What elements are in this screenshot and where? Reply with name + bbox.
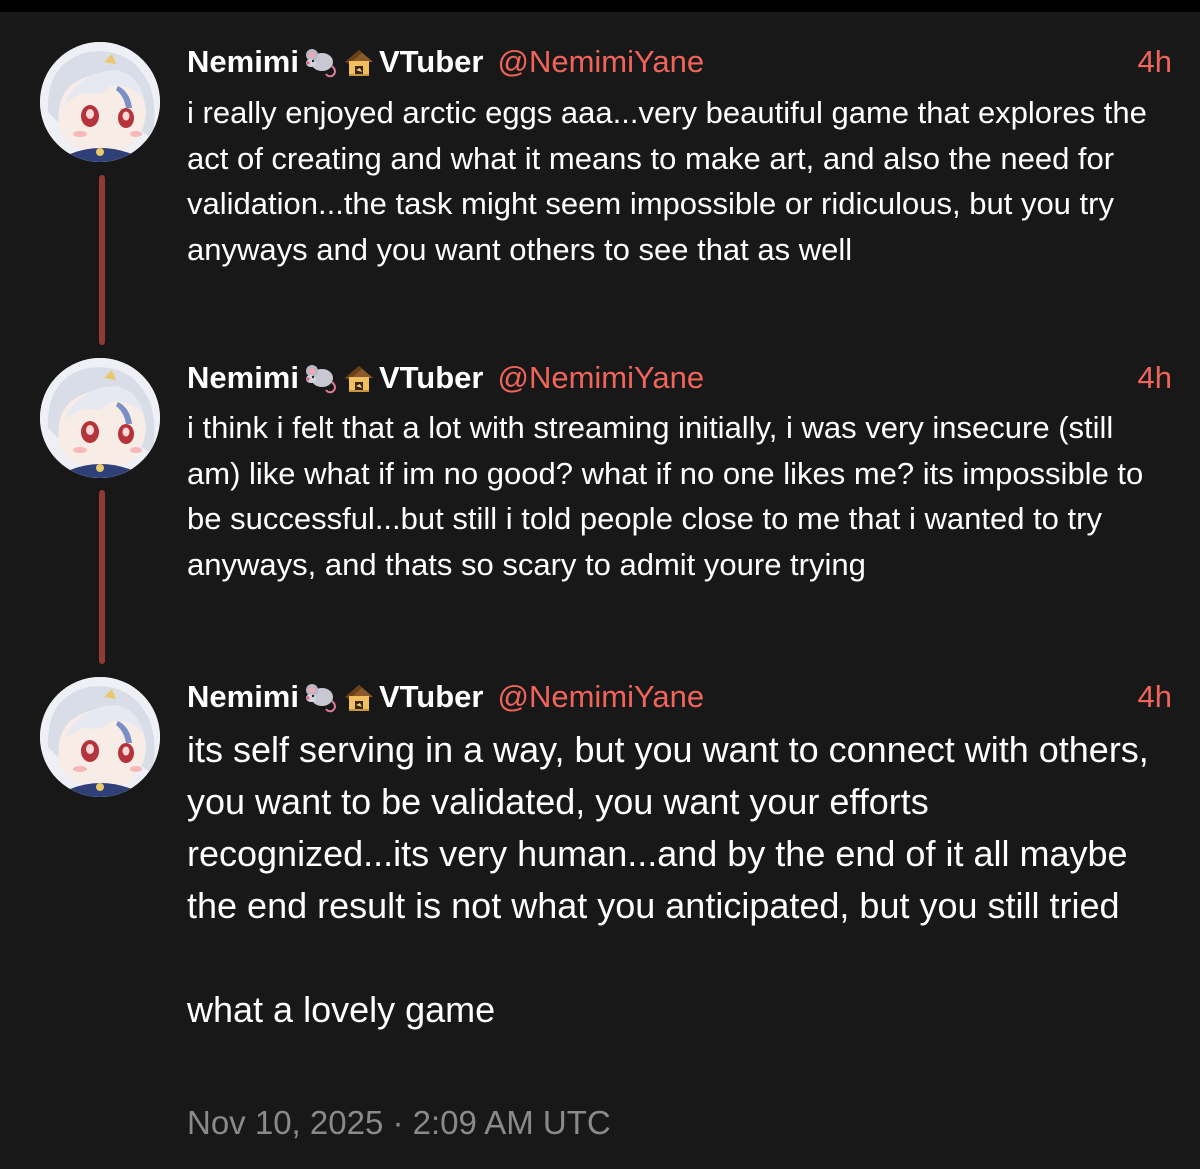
role-label: VTuber (378, 360, 484, 395)
display-name[interactable]: Nemimi (187, 360, 299, 396)
user-handle[interactable]: @NemimiYane (497, 44, 704, 80)
display-name[interactable]: Nemimi (187, 44, 299, 80)
user-handle[interactable]: @NemimiYane (497, 360, 704, 396)
post-text: i think i felt that a lot with streaming… (187, 410, 1152, 582)
post-text: i really enjoyed arctic eggs aaa...very … (187, 95, 1156, 267)
house-icon (341, 46, 377, 78)
user-handle[interactable]: @NemimiYane (497, 679, 704, 715)
avatar[interactable] (40, 677, 160, 797)
house-icon (341, 362, 377, 394)
post-header: Nemimi VTuber @NemimiYane 4h (187, 677, 1172, 717)
post-header: Nemimi VTuber @NemimiYane 4h (187, 358, 1172, 398)
rat-icon (302, 681, 338, 713)
thread-line (99, 490, 105, 664)
avatar[interactable] (40, 358, 160, 478)
thread: Nemimi VTuber @NemimiYane 4h i really en… (0, 12, 1200, 1169)
post-time[interactable]: 4h (1138, 360, 1172, 396)
thread-line (99, 175, 105, 345)
post-header: Nemimi VTuber @NemimiYane 4h (187, 42, 1172, 82)
post-text: its self serving in a way, but you want … (187, 729, 1149, 1030)
post-time[interactable]: 4h (1138, 44, 1172, 80)
post-timestamp[interactable]: Nov 10, 2025 · 2:09 AM UTC (187, 1104, 611, 1142)
display-name[interactable]: Nemimi (187, 679, 299, 715)
avatar[interactable] (40, 42, 160, 162)
rat-icon (302, 46, 338, 78)
rat-icon (302, 362, 338, 394)
house-icon (341, 681, 377, 713)
role-label: VTuber (378, 679, 484, 714)
post-time[interactable]: 4h (1138, 679, 1172, 715)
role-label: VTuber (378, 44, 484, 79)
